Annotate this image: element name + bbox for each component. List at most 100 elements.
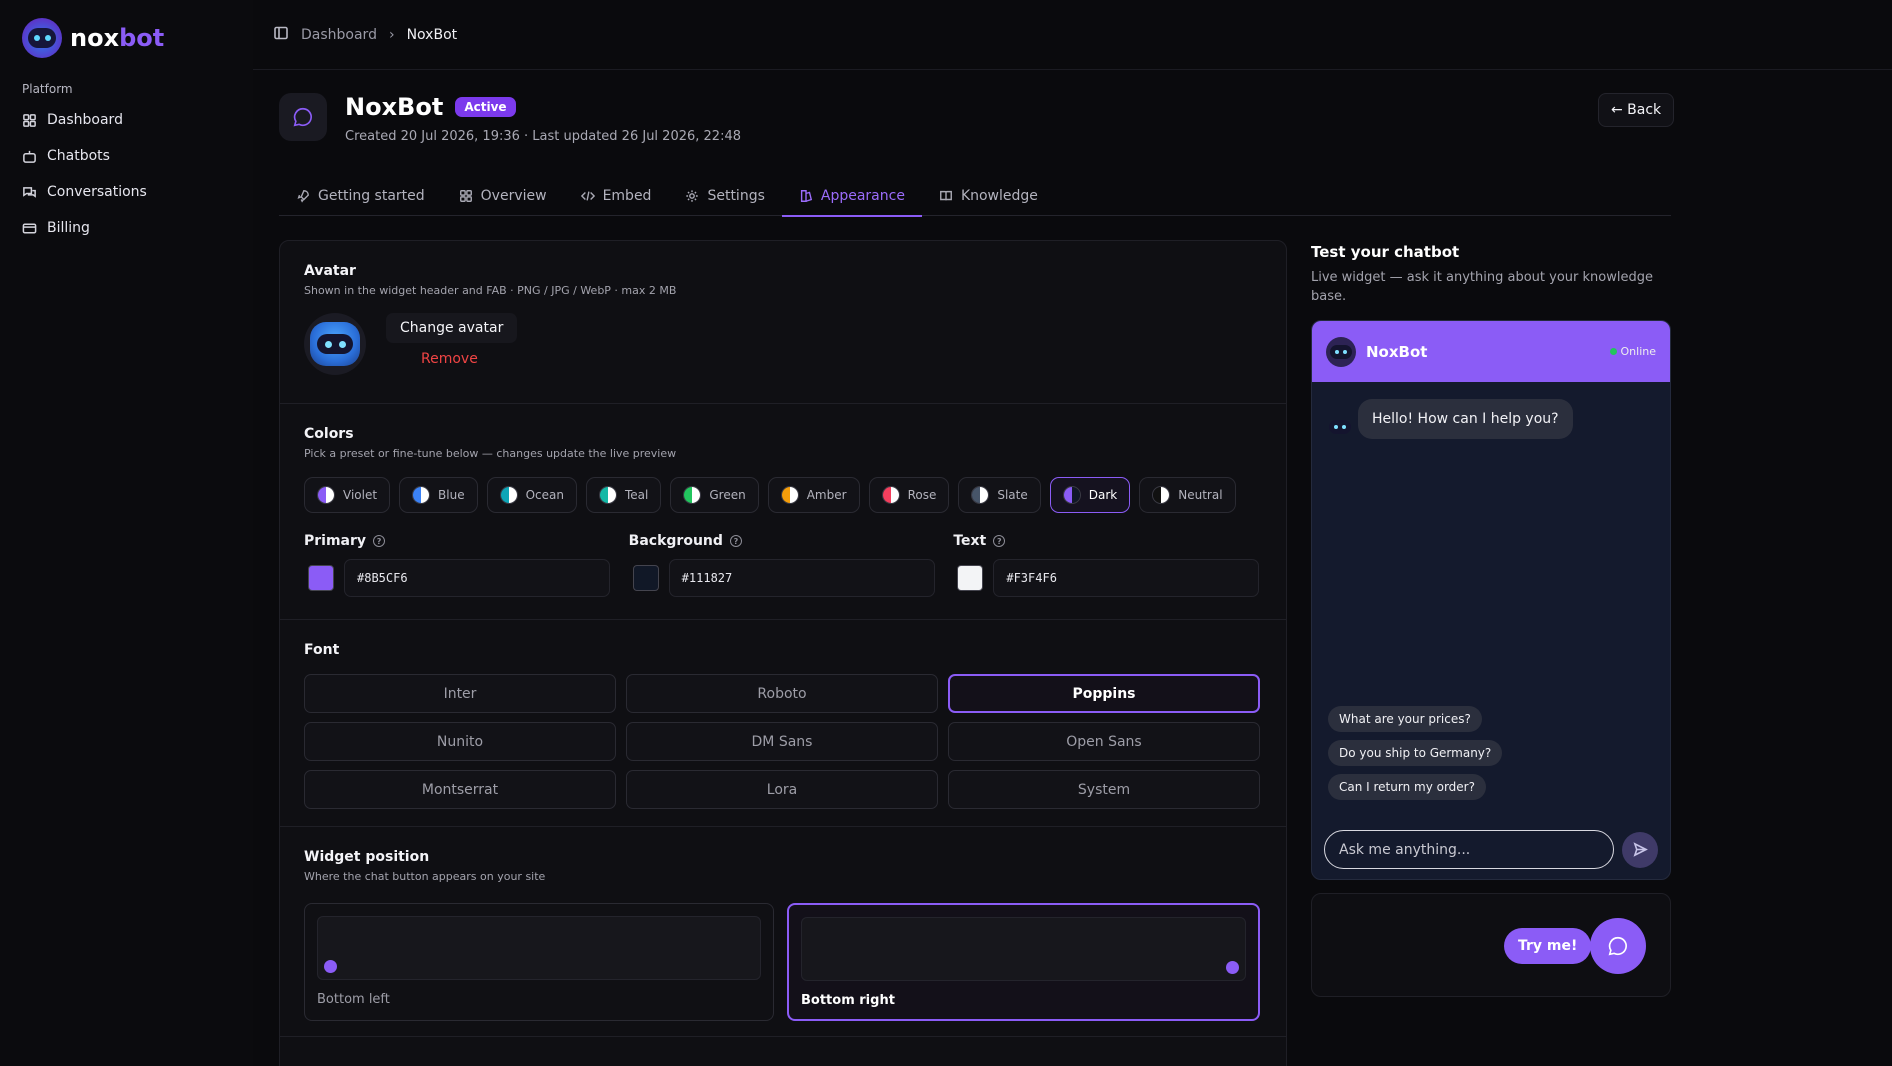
font-title: Font — [304, 642, 340, 658]
primary-hex-input[interactable]: #8B5CF6 — [344, 559, 610, 597]
tab-overview[interactable]: Overview — [442, 176, 564, 216]
preset-label: Slate — [997, 488, 1028, 502]
swatch-icon — [317, 486, 335, 504]
try-me-pill[interactable]: Try me! — [1504, 928, 1592, 964]
breadcrumb-parent[interactable]: Dashboard — [301, 27, 377, 43]
test-panel-title: Test your chatbot — [1311, 243, 1460, 261]
suggestion-chip[interactable]: What are your prices? — [1328, 706, 1482, 732]
bot-message: Hello! How can I help you? — [1328, 399, 1670, 439]
font-option-system[interactable]: System — [948, 770, 1260, 809]
color-preset-ocean[interactable]: Ocean — [486, 477, 577, 513]
font-option-montserrat[interactable]: Montserrat — [304, 770, 616, 809]
preset-label: Blue — [438, 488, 465, 502]
message-circle-icon — [293, 107, 312, 127]
sidebar-item-dashboard[interactable]: Dashboard — [22, 102, 231, 138]
color-preset-neutral[interactable]: Neutral — [1139, 477, 1236, 513]
chat-widget-preview: NoxBot Online Hello! How can I help you?… — [1311, 320, 1671, 880]
card-icon — [22, 223, 37, 233]
font-option-dm-sans[interactable]: DM Sans — [626, 722, 938, 761]
tab-appearance[interactable]: Appearance — [781, 176, 922, 217]
tabs: Getting started Overview Embed Settings … — [279, 176, 1671, 217]
color-preset-amber[interactable]: Amber — [767, 477, 860, 513]
position-preview — [801, 917, 1246, 981]
swatch-icon — [599, 486, 617, 504]
sidebar-item-label: Chatbots — [47, 148, 110, 164]
tab-label: Knowledge — [960, 188, 1038, 204]
gear-icon — [686, 190, 699, 202]
online-dot-icon — [1609, 348, 1617, 355]
sidebar-item-chatbots[interactable]: Chatbots — [22, 138, 231, 174]
widget-status-text: Online — [1620, 345, 1656, 358]
logo-icon — [22, 18, 62, 58]
sidebar-toggle-icon[interactable] — [273, 25, 289, 45]
font-options: Inter Roboto Poppins Nunito DM Sans Open Sans… — [304, 674, 1262, 809]
help-icon[interactable]: ? — [729, 535, 742, 547]
breadcrumb-current: NoxBot — [406, 26, 458, 43]
color-preset-green[interactable]: Green — [670, 477, 759, 513]
swatch-icon — [881, 486, 900, 504]
widget-message-input[interactable] — [1324, 830, 1614, 869]
appearance-card: Avatar Shown in the widget header and FA… — [279, 240, 1287, 1066]
chat-fab-button[interactable] — [1590, 918, 1646, 974]
font-option-nunito[interactable]: Nunito — [304, 722, 616, 761]
chat-icon — [23, 186, 36, 198]
brand-logo[interactable]: noxbot — [22, 18, 231, 58]
color-preset-teal[interactable]: Teal — [586, 477, 662, 513]
font-option-inter[interactable]: Inter — [304, 674, 616, 713]
position-dot — [324, 960, 337, 973]
help-icon[interactable]: ? — [373, 535, 386, 547]
suggestion-chip[interactable]: Can I return my order? — [1328, 774, 1486, 800]
primary-color-swatch[interactable] — [308, 565, 334, 591]
position-title: Widget position — [304, 849, 430, 865]
code-icon — [580, 191, 595, 201]
change-avatar-button[interactable]: Change avatar — [386, 313, 518, 343]
preset-label: Amber — [806, 488, 847, 502]
tab-settings[interactable]: Settings — [668, 176, 781, 216]
font-option-roboto[interactable]: Roboto — [626, 674, 938, 713]
preset-label: Rose — [907, 488, 937, 502]
remove-avatar-button[interactable]: Remove — [386, 351, 517, 367]
primary-color-field: Primary? #8B5CF6 — [304, 533, 613, 597]
suggestion-list: What are your prices? Do you ship to Ger… — [1328, 706, 1503, 800]
sidebar-item-label: Conversations — [47, 184, 147, 200]
position-option-bottom-left[interactable]: Bottom left — [304, 903, 774, 1021]
page-header: NoxBot Active Created 20 Jul 2026, 19:36… — [279, 93, 741, 144]
avatar[interactable] — [304, 313, 366, 375]
brand-name-part-2: bot — [119, 24, 165, 52]
tab-label: Appearance — [820, 188, 905, 204]
preset-label: Neutral — [1178, 488, 1223, 502]
text-color-swatch[interactable] — [957, 565, 984, 591]
position-section: Widget position Where the chat button ap… — [280, 827, 1286, 1037]
avatar-title: Avatar — [304, 263, 356, 279]
text-hex-input[interactable]: #F3F4F6 — [993, 559, 1260, 597]
background-hex-input[interactable]: #111827 — [668, 559, 935, 597]
suggestion-chip[interactable]: Do you ship to Germany? — [1328, 740, 1503, 766]
font-option-open-sans[interactable]: Open Sans — [948, 722, 1260, 761]
send-icon — [1633, 842, 1648, 857]
position-option-bottom-right[interactable]: Bottom right — [787, 903, 1260, 1021]
send-button[interactable] — [1622, 831, 1658, 868]
color-preset-slate[interactable]: Slate — [958, 477, 1041, 513]
sidebar-item-conversations[interactable]: Conversations — [22, 174, 231, 210]
color-preset-violet[interactable]: Violet — [304, 477, 391, 513]
color-preset-rose[interactable]: Rose — [868, 477, 950, 513]
message-avatar-icon — [1328, 415, 1352, 439]
text-label: Text — [953, 533, 987, 549]
grid-icon — [459, 190, 472, 202]
sidebar-item-label: Billing — [47, 220, 90, 236]
sidebar-item-label: Dashboard — [47, 112, 123, 128]
color-preset-dark[interactable]: Dark — [1049, 477, 1131, 513]
chevron-right-icon: › — [388, 26, 395, 43]
help-icon[interactable]: ? — [993, 535, 1006, 547]
color-preset-blue[interactable]: Blue — [399, 477, 478, 513]
background-color-swatch[interactable] — [632, 565, 659, 591]
font-option-poppins[interactable]: Poppins — [948, 674, 1260, 713]
tab-embed[interactable]: Embed — [564, 176, 669, 216]
tab-getting-started[interactable]: Getting started — [279, 176, 442, 216]
font-option-lora[interactable]: Lora — [626, 770, 938, 809]
tab-knowledge[interactable]: Knowledge — [922, 176, 1055, 216]
fab-preview: Try me! — [1311, 893, 1671, 997]
widget-status: Online — [1609, 345, 1656, 358]
sidebar-item-billing[interactable]: Billing — [22, 210, 231, 246]
back-button[interactable]: ← Back — [1598, 93, 1675, 127]
